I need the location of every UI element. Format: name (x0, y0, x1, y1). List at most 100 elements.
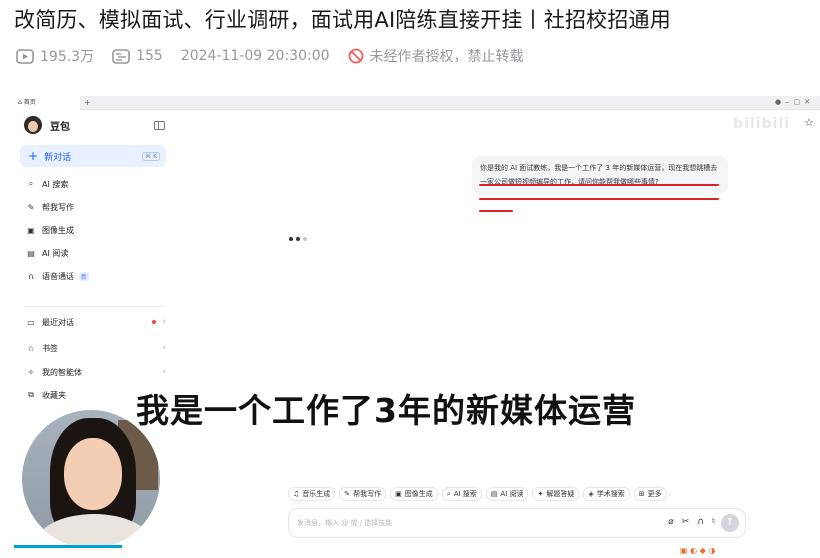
attach-icon[interactable]: ⌀ (668, 517, 673, 527)
tool-label: 解题答疑 (546, 490, 575, 498)
tool-label: AI 搜索 (453, 490, 477, 498)
brand[interactable]: 豆包 (24, 116, 70, 134)
sidebar-item-image[interactable]: ▣ 图像生成 (26, 222, 166, 238)
views-count: 195.3万 (40, 49, 95, 65)
tool-label: 帮我写作 (353, 490, 382, 498)
tool-writing[interactable]: ✎ 帮我写作 (339, 487, 387, 501)
tool-music[interactable]: ♫ 音乐生成 (288, 487, 336, 501)
scissors-icon[interactable]: ✂ (682, 517, 690, 527)
unread-dot (152, 320, 157, 324)
tool-label: AI 阅读 (500, 490, 524, 498)
video-meta: 195.3万 155 2024-11-09 20:30:00 未经作者授权，禁止… (16, 44, 542, 68)
tool-label: 音乐生成 (302, 490, 331, 498)
no-repost-icon (348, 48, 363, 64)
sidebar-item-reading[interactable]: ▤ AI 阅读 (26, 245, 166, 261)
danmaku-icon (112, 48, 130, 64)
annotation-underline (479, 198, 719, 200)
window-controls[interactable]: ●‒▢✕ (775, 98, 814, 106)
bookmark-icon: ⧉ (28, 390, 34, 399)
sidebar-item-label: 最近对话 (42, 317, 74, 327)
image-icon: ▣ (395, 490, 402, 498)
chat-main: bilibili ☆ 你是我的 AI 面试教练，我是一个工作了 3 年的新媒体运… (174, 110, 820, 558)
headphone-icon: ∩ (28, 271, 34, 281)
search-icon: ⌕ (446, 489, 451, 498)
user-message-text: 你是我的 AI 面试教练，我是一个工作了 3 年的新媒体运营，现在我想跳槽去一家… (480, 164, 718, 186)
video-progress-bar[interactable] (14, 545, 122, 548)
chevron-right-icon: › (162, 343, 166, 353)
presenter-face (64, 438, 122, 510)
browser-tab[interactable]: ⌂ 首页 (14, 96, 80, 110)
danmaku-stat: 155 (112, 48, 163, 64)
microphone-icon[interactable]: ♮ (712, 517, 715, 527)
license-text: 未经作者授权，禁止转载 (369, 49, 524, 65)
sidebar-item-label: 图像生成 (42, 225, 74, 235)
pen-icon: ✎ (27, 202, 35, 212)
new-chat-button[interactable]: + 新对话 ⌘ K (20, 145, 166, 167)
tool-ai-reading[interactable]: ▤ AI 阅读 (485, 487, 529, 501)
search-icon: ⌕ (28, 179, 34, 188)
license-notice: 未经作者授权，禁止转载 (348, 46, 524, 66)
arrow-up-icon: ↑ (725, 517, 735, 528)
chevron-right-icon: › (162, 367, 166, 377)
sparkle-icon: ✧ (27, 367, 35, 377)
views-stat: 195.3万 (16, 46, 94, 66)
sidebar-item-ai-search[interactable]: ⌕ AI 搜索 (26, 176, 166, 192)
plus-icon: + (28, 149, 39, 163)
sidebar-item-agents[interactable]: ✧ 我的智能体 › (26, 364, 166, 380)
sidebar-item-recent[interactable]: ▭ 最近对话 › (26, 314, 166, 330)
chat-input[interactable]: 发消息，输入 @ 或 / 选择技能 ⌀ ✂ ∩ ♮ ↑ (288, 508, 746, 538)
sidebar-item-label: 我的智能体 (42, 367, 82, 377)
tool-ai-search[interactable]: ⌕ AI 搜索 (441, 487, 482, 501)
bilibili-logo: bilibili (733, 116, 790, 132)
tool-more[interactable]: ⊞ 更多 (633, 487, 667, 501)
sidebar-item-label: AI 搜索 (42, 179, 69, 189)
sidebar-toggle-icon[interactable] (154, 121, 165, 130)
music-icon: ♫ (293, 490, 300, 498)
sidebar-item-label: AI 阅读 (42, 248, 69, 258)
bilibili-watermark: bilibili (727, 116, 790, 132)
sidebar-item-writing[interactable]: ✎ 帮我写作 (26, 199, 166, 215)
chat-icon: ▭ (27, 317, 35, 327)
favorite-star-icon[interactable]: ☆ (804, 116, 814, 129)
tool-academic-search[interactable]: ◈ 学术搜索 (583, 487, 630, 501)
tool-label: 学术搜索 (596, 490, 625, 498)
add-tab-icon[interactable]: + (84, 96, 91, 110)
typing-indicator (289, 237, 310, 241)
chevron-right-icon: › (162, 317, 166, 327)
sidebar-divider (24, 306, 164, 307)
video-title: 改简历、模拟面试、行业调研，面试用AI陪练直接开挂丨社招校招通用 (14, 8, 671, 32)
image-icon: ▣ (27, 225, 35, 235)
tool-label: 更多 (647, 490, 662, 498)
headphone-icon[interactable]: ∩ (697, 517, 704, 527)
new-badge: 新 (79, 271, 90, 281)
presenter-facecam (20, 408, 162, 550)
pen-icon: ✎ (344, 490, 351, 498)
annotation-underline (479, 210, 513, 212)
typing-dot (296, 237, 300, 241)
sidebar-item-label: 语音通话 (42, 271, 74, 281)
tab-title: 首页 (23, 99, 36, 106)
publish-time: 2024-11-09 20:30:00 (180, 48, 330, 64)
corner-toolbar-icons: ▣ ◐ ◆ ◑ (680, 546, 716, 555)
tool-label: 图像生成 (404, 490, 433, 498)
annotation-underline (479, 184, 719, 186)
sparkle-icon: ✦ (537, 490, 544, 498)
typing-dot (303, 237, 307, 241)
star-icon: ☆ (27, 343, 35, 353)
play-count-icon (16, 48, 34, 64)
book-icon: ▤ (490, 490, 498, 498)
tool-problem-solving[interactable]: ✦ 解题答疑 (532, 487, 580, 501)
sidebar-item-voice-call[interactable]: ∩ 语音通话 新 (26, 268, 166, 284)
sidebar-item-bookmarks[interactable]: ☆ 书签 › (26, 340, 166, 356)
sidebar-item-label: 收藏夹 (42, 390, 66, 400)
tool-image[interactable]: ▣ 图像生成 (390, 487, 438, 501)
chat-input-placeholder: 发消息，输入 @ 或 / 选择技能 (297, 519, 393, 527)
send-button[interactable]: ↑ (721, 514, 739, 532)
danmaku-count: 155 (136, 48, 163, 64)
user-message-bubble: 你是我的 AI 面试教练，我是一个工作了 3 年的新媒体运营，现在我想跳槽去一家… (472, 156, 728, 194)
book-icon: ▤ (27, 248, 35, 258)
avatar (24, 116, 42, 134)
input-actions: ⌀ ✂ ∩ ♮ (660, 517, 715, 527)
grid-icon: ⊞ (638, 490, 645, 498)
brand-name: 豆包 (50, 121, 70, 133)
